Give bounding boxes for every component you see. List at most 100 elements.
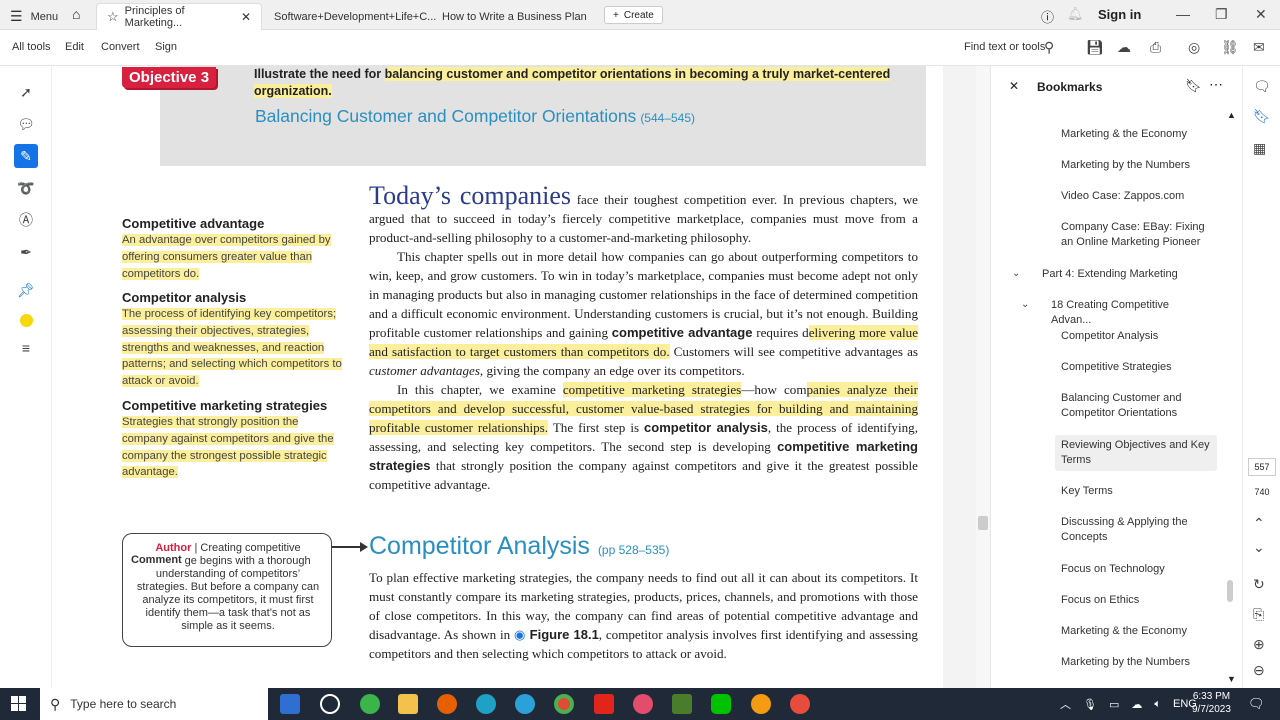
cloud-icon[interactable]: ☁: [1131, 698, 1142, 711]
color-dot-icon[interactable]: [14, 308, 38, 332]
sign-menu[interactable]: Sign: [155, 41, 177, 53]
bookmark-chapter-18[interactable]: 18 Creating Competitive Advan...: [1051, 298, 1201, 328]
telegram-icon[interactable]: [515, 694, 535, 714]
notification-bell-icon[interactable]: 🔔︎: [1067, 6, 1084, 22]
share-icon[interactable]: ✉: [1253, 39, 1265, 56]
scrollbar-thumb[interactable]: [978, 516, 988, 530]
page-number-current[interactable]: 557: [1248, 458, 1276, 476]
firefox-icon[interactable]: [437, 694, 457, 714]
objective-text: Illustrate the need for balancing custom…: [254, 66, 894, 100]
home-icon[interactable]: ⌂: [72, 6, 80, 22]
tab-software-development[interactable]: Software+Development+Life+C...: [264, 3, 446, 30]
store-app-icon[interactable]: [280, 694, 300, 714]
ai-assistant-icon[interactable]: ◎: [1188, 39, 1200, 56]
bookmark-marketing-numbers[interactable]: Marketing by the Numbers: [1061, 158, 1211, 173]
bookmark-key-terms[interactable]: Key Terms: [1061, 484, 1211, 499]
zoom-in-icon[interactable]: ⊕: [1253, 636, 1265, 653]
highlight-pen-icon[interactable]: ✎: [14, 144, 38, 168]
notifications-icon[interactable]: 🗨︎: [1248, 696, 1265, 712]
scroll-down-icon[interactable]: ▼: [1227, 674, 1236, 684]
bookmarks-scrollbar[interactable]: ▲ ▼: [1227, 110, 1236, 684]
bookmark-balancing[interactable]: Balancing Customer and Competitor Orient…: [1061, 391, 1211, 421]
figure-reference-link[interactable]: Figure 18.1: [530, 627, 599, 642]
select-cursor-icon[interactable]: ➚: [14, 80, 38, 104]
chevron-down-icon[interactable]: ⌄: [1012, 268, 1020, 279]
draw-lasso-icon[interactable]: ➰: [14, 176, 38, 200]
help-icon[interactable]: ⓘ: [1041, 7, 1054, 26]
bookmark-marketing-numbers-2[interactable]: Marketing by the Numbers: [1061, 655, 1211, 670]
bookmark-discussing-applying[interactable]: Discussing & Applying the Concepts: [1061, 515, 1211, 545]
edit-menu[interactable]: Edit: [65, 41, 84, 53]
app-orange-icon[interactable]: [751, 694, 771, 714]
zoom-out-icon[interactable]: ⊖: [1253, 662, 1265, 679]
pin-icon[interactable]: 📌︎: [14, 278, 38, 302]
convert-menu[interactable]: Convert: [101, 41, 140, 53]
bookmark-part-4[interactable]: Part 4: Extending Marketing: [1042, 267, 1192, 282]
chat-app-icon[interactable]: [320, 694, 340, 714]
text-box-icon[interactable]: Ⓐ: [14, 208, 38, 232]
competitor-analysis-heading: Competitor Analysis (pp 528–535): [369, 532, 669, 561]
scrollbar-thumb[interactable]: [1227, 580, 1233, 602]
wechat-app-icon[interactable]: [360, 694, 380, 714]
file-explorer-icon[interactable]: [398, 694, 418, 714]
bookmark-reviewing-objectives[interactable]: Reviewing Objectives and Key Terms: [1055, 435, 1217, 471]
tray-chevron-icon[interactable]: ︿: [1060, 696, 1071, 712]
bookmark-focus-ethics[interactable]: Focus on Ethics: [1061, 593, 1211, 608]
add-bookmark-icon[interactable]: 🔖︎: [1185, 78, 1202, 94]
print-icon[interactable]: ⎙: [1150, 39, 1161, 56]
search-icon[interactable]: ⚲: [1044, 39, 1054, 56]
bookmark-marketing-economy-2[interactable]: Marketing & the Economy: [1061, 624, 1211, 639]
bookmarks-panel-icon[interactable]: 🔖︎: [1253, 108, 1271, 125]
tab-principles-of-marketing[interactable]: ☆ Principles of Marketing... ✕: [96, 3, 262, 30]
minimize-icon[interactable]: —: [1176, 6, 1190, 22]
create-button[interactable]: + Create: [604, 6, 663, 24]
all-tools-menu[interactable]: All tools: [12, 41, 51, 53]
terminal-icon[interactable]: [672, 694, 692, 714]
bookmark-focus-technology[interactable]: Focus on Technology: [1061, 562, 1211, 577]
close-window-icon[interactable]: ✕: [1255, 6, 1267, 23]
close-tab-icon[interactable]: ✕: [241, 10, 251, 24]
signin-button[interactable]: Sign in: [1098, 7, 1141, 22]
find-text-label[interactable]: Find text or tools: [964, 41, 1045, 53]
document-scrollbar[interactable]: [976, 66, 990, 688]
refresh-icon[interactable]: ↻: [1253, 576, 1265, 593]
page-down-icon[interactable]: ⌄: [1253, 539, 1265, 556]
page-up-icon[interactable]: ⌃: [1253, 515, 1265, 532]
chevron-down-icon[interactable]: ⌄: [1021, 299, 1029, 310]
acrobat-icon[interactable]: [594, 694, 614, 714]
upload-cloud-icon[interactable]: ☁: [1117, 39, 1131, 56]
figure-link-icon[interactable]: ◉: [514, 627, 526, 642]
bookmark-competitive-strategies[interactable]: Competitive Strategies: [1061, 360, 1211, 375]
tab-business-plan[interactable]: How to Write a Business Plan: [432, 3, 597, 30]
taskbar-search[interactable]: ⚲ Type here to search: [40, 688, 268, 720]
scroll-up-icon[interactable]: ▲: [1227, 110, 1236, 120]
edge-icon[interactable]: [476, 694, 496, 714]
close-panel-icon[interactable]: ✕: [1009, 79, 1019, 93]
more-options-icon[interactable]: ⋯: [1209, 76, 1223, 93]
add-comment-icon[interactable]: 💬︎: [14, 112, 38, 136]
bookmark-competitor-analysis[interactable]: Competitor Analysis: [1061, 329, 1211, 344]
chrome-icon[interactable]: [554, 694, 574, 714]
page-fit-icon[interactable]: ⎘: [1253, 606, 1264, 623]
windows-start-icon[interactable]: [11, 696, 27, 712]
tab-label: How to Write a Business Plan: [442, 10, 587, 23]
volume-icon[interactable]: 🔈︎: [1154, 698, 1161, 711]
clock[interactable]: 6:33 PM 9/7/2023: [1192, 690, 1231, 716]
document-viewer[interactable]: Objective 3 Illustrate the need for bala…: [52, 66, 976, 688]
snipping-tool-icon[interactable]: [790, 694, 810, 714]
bookmark-marketing-economy[interactable]: Marketing & the Economy: [1061, 127, 1211, 142]
stamp-icon[interactable]: ✒: [14, 240, 38, 264]
recorder-icon[interactable]: [633, 694, 653, 714]
save-icon[interactable]: 💾︎: [1086, 39, 1104, 56]
restore-icon[interactable]: ❐: [1215, 6, 1228, 23]
link-icon[interactable]: ⛓: [1221, 39, 1239, 56]
bookmark-video-case[interactable]: Video Case: Zappos.com: [1061, 189, 1211, 204]
bookmark-company-case-ebay[interactable]: Company Case: EBay: Fixing an Online Mar…: [1061, 220, 1211, 250]
line-icon[interactable]: [711, 694, 731, 714]
menu-button[interactable]: ☰ Menu: [10, 8, 58, 25]
thumbnails-icon[interactable]: ▦: [1253, 140, 1266, 157]
microphone-icon[interactable]: 🎙︎: [1083, 698, 1097, 711]
network-icon[interactable]: ▭: [1109, 698, 1119, 711]
line-weight-icon[interactable]: ≡: [14, 336, 38, 360]
comments-panel-icon[interactable]: 🗨︎: [1253, 78, 1271, 95]
